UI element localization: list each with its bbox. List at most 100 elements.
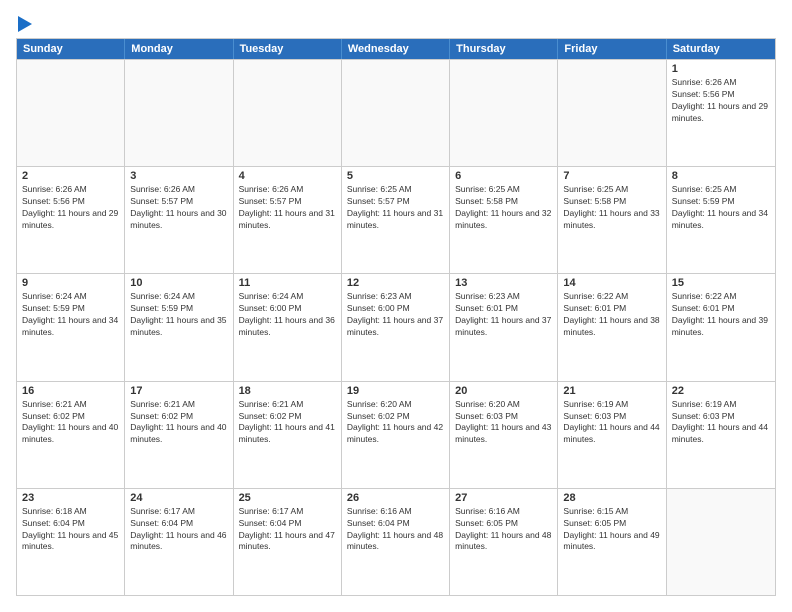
calendar-cell: 6 Sunrise: 6:25 AM Sunset: 5:58 PM Daylig… bbox=[450, 167, 558, 273]
day-number: 16 bbox=[22, 385, 119, 397]
calendar-row-3: 16 Sunrise: 6:21 AM Sunset: 6:02 PM Dayli… bbox=[17, 381, 775, 488]
day-number: 6 bbox=[455, 170, 552, 182]
calendar-cell bbox=[558, 60, 666, 166]
cell-info: Sunrise: 6:19 AM Sunset: 6:03 PM Dayligh… bbox=[563, 399, 660, 447]
cell-info: Sunrise: 6:17 AM Sunset: 6:04 PM Dayligh… bbox=[239, 506, 336, 554]
cell-info: Sunrise: 6:17 AM Sunset: 6:04 PM Dayligh… bbox=[130, 506, 227, 554]
cell-info: Sunrise: 6:26 AM Sunset: 5:57 PM Dayligh… bbox=[130, 184, 227, 232]
cell-info: Sunrise: 6:23 AM Sunset: 6:01 PM Dayligh… bbox=[455, 291, 552, 339]
day-number: 2 bbox=[22, 170, 119, 182]
header-day-monday: Monday bbox=[125, 39, 233, 59]
header-day-sunday: Sunday bbox=[17, 39, 125, 59]
header-day-wednesday: Wednesday bbox=[342, 39, 450, 59]
logo bbox=[16, 16, 32, 30]
day-number: 11 bbox=[239, 277, 336, 289]
calendar-cell: 23Sunrise: 6:18 AM Sunset: 6:04 PM Dayli… bbox=[17, 489, 125, 595]
day-number: 7 bbox=[563, 170, 660, 182]
calendar-cell bbox=[450, 60, 558, 166]
calendar-row-0: 1 Sunrise: 6:26 AM Sunset: 5:56 PM Daylig… bbox=[17, 59, 775, 166]
cell-info: Sunrise: 6:19 AM Sunset: 6:03 PM Dayligh… bbox=[672, 399, 770, 447]
cell-info: Sunrise: 6:16 AM Sunset: 6:04 PM Dayligh… bbox=[347, 506, 444, 554]
calendar-cell: 19Sunrise: 6:20 AM Sunset: 6:02 PM Dayli… bbox=[342, 382, 450, 488]
cell-info: Sunrise: 6:20 AM Sunset: 6:03 PM Dayligh… bbox=[455, 399, 552, 447]
calendar-cell: 15 Sunrise: 6:22 AM Sunset: 6:01 PM Dayli… bbox=[667, 274, 775, 380]
calendar-cell: 2 Sunrise: 6:26 AM Sunset: 5:56 PM Daylig… bbox=[17, 167, 125, 273]
calendar-cell: 12 Sunrise: 6:23 AM Sunset: 6:00 PM Dayli… bbox=[342, 274, 450, 380]
day-number: 20 bbox=[455, 385, 552, 397]
day-number: 17 bbox=[130, 385, 227, 397]
day-number: 24 bbox=[130, 492, 227, 504]
cell-info: Sunrise: 6:25 AM Sunset: 5:57 PM Dayligh… bbox=[347, 184, 444, 232]
calendar-cell: 8 Sunrise: 6:25 AM Sunset: 5:59 PM Daylig… bbox=[667, 167, 775, 273]
day-number: 4 bbox=[239, 170, 336, 182]
calendar-cell: 28 Sunrise: 6:15 AM Sunset: 6:05 PM Dayli… bbox=[558, 489, 666, 595]
cell-info: Sunrise: 6:21 AM Sunset: 6:02 PM Dayligh… bbox=[130, 399, 227, 447]
day-number: 10 bbox=[130, 277, 227, 289]
calendar-cell bbox=[234, 60, 342, 166]
header-day-saturday: Saturday bbox=[667, 39, 775, 59]
cell-info: Sunrise: 6:18 AM Sunset: 6:04 PM Dayligh… bbox=[22, 506, 119, 554]
logo-text bbox=[16, 16, 32, 32]
calendar-cell: 3 Sunrise: 6:26 AM Sunset: 5:57 PM Daylig… bbox=[125, 167, 233, 273]
cell-info: Sunrise: 6:21 AM Sunset: 6:02 PM Dayligh… bbox=[239, 399, 336, 447]
calendar-body: 1 Sunrise: 6:26 AM Sunset: 5:56 PM Daylig… bbox=[17, 59, 775, 595]
calendar-cell: 10Sunrise: 6:24 AM Sunset: 5:59 PM Dayli… bbox=[125, 274, 233, 380]
day-number: 28 bbox=[563, 492, 660, 504]
calendar-cell: 1 Sunrise: 6:26 AM Sunset: 5:56 PM Daylig… bbox=[667, 60, 775, 166]
logo-arrow-icon bbox=[18, 16, 32, 32]
cell-info: Sunrise: 6:25 AM Sunset: 5:58 PM Dayligh… bbox=[563, 184, 660, 232]
calendar-cell: 5 Sunrise: 6:25 AM Sunset: 5:57 PM Daylig… bbox=[342, 167, 450, 273]
calendar-cell: 7 Sunrise: 6:25 AM Sunset: 5:58 PM Daylig… bbox=[558, 167, 666, 273]
day-number: 3 bbox=[130, 170, 227, 182]
day-number: 8 bbox=[672, 170, 770, 182]
cell-info: Sunrise: 6:23 AM Sunset: 6:00 PM Dayligh… bbox=[347, 291, 444, 339]
day-number: 1 bbox=[672, 63, 770, 75]
day-number: 18 bbox=[239, 385, 336, 397]
day-number: 15 bbox=[672, 277, 770, 289]
calendar-cell: 18 Sunrise: 6:21 AM Sunset: 6:02 PM Dayli… bbox=[234, 382, 342, 488]
cell-info: Sunrise: 6:22 AM Sunset: 6:01 PM Dayligh… bbox=[672, 291, 770, 339]
header-day-friday: Friday bbox=[558, 39, 666, 59]
header bbox=[16, 16, 776, 30]
calendar: SundayMondayTuesdayWednesdayThursdayFrid… bbox=[16, 38, 776, 596]
calendar-cell bbox=[667, 489, 775, 595]
calendar-cell: 11 Sunrise: 6:24 AM Sunset: 6:00 PM Dayli… bbox=[234, 274, 342, 380]
cell-info: Sunrise: 6:24 AM Sunset: 5:59 PM Dayligh… bbox=[22, 291, 119, 339]
cell-info: Sunrise: 6:25 AM Sunset: 5:58 PM Dayligh… bbox=[455, 184, 552, 232]
cell-info: Sunrise: 6:26 AM Sunset: 5:56 PM Dayligh… bbox=[672, 77, 770, 125]
calendar-cell: 16 Sunrise: 6:21 AM Sunset: 6:02 PM Dayli… bbox=[17, 382, 125, 488]
day-number: 12 bbox=[347, 277, 444, 289]
calendar-header: SundayMondayTuesdayWednesdayThursdayFrid… bbox=[17, 39, 775, 59]
cell-info: Sunrise: 6:22 AM Sunset: 6:01 PM Dayligh… bbox=[563, 291, 660, 339]
calendar-cell: 27 Sunrise: 6:16 AM Sunset: 6:05 PM Dayli… bbox=[450, 489, 558, 595]
cell-info: Sunrise: 6:26 AM Sunset: 5:56 PM Dayligh… bbox=[22, 184, 119, 232]
calendar-cell: 25Sunrise: 6:17 AM Sunset: 6:04 PM Dayli… bbox=[234, 489, 342, 595]
calendar-cell: 9 Sunrise: 6:24 AM Sunset: 5:59 PM Daylig… bbox=[17, 274, 125, 380]
day-number: 5 bbox=[347, 170, 444, 182]
cell-info: Sunrise: 6:16 AM Sunset: 6:05 PM Dayligh… bbox=[455, 506, 552, 554]
calendar-cell: 17 Sunrise: 6:21 AM Sunset: 6:02 PM Dayli… bbox=[125, 382, 233, 488]
day-number: 21 bbox=[563, 385, 660, 397]
day-number: 27 bbox=[455, 492, 552, 504]
day-number: 19 bbox=[347, 385, 444, 397]
calendar-cell: 26Sunrise: 6:16 AM Sunset: 6:04 PM Dayli… bbox=[342, 489, 450, 595]
header-day-thursday: Thursday bbox=[450, 39, 558, 59]
day-number: 9 bbox=[22, 277, 119, 289]
cell-info: Sunrise: 6:24 AM Sunset: 6:00 PM Dayligh… bbox=[239, 291, 336, 339]
cell-info: Sunrise: 6:21 AM Sunset: 6:02 PM Dayligh… bbox=[22, 399, 119, 447]
calendar-row-1: 2 Sunrise: 6:26 AM Sunset: 5:56 PM Daylig… bbox=[17, 166, 775, 273]
calendar-cell bbox=[17, 60, 125, 166]
calendar-cell bbox=[125, 60, 233, 166]
calendar-row-4: 23Sunrise: 6:18 AM Sunset: 6:04 PM Dayli… bbox=[17, 488, 775, 595]
day-number: 22 bbox=[672, 385, 770, 397]
calendar-cell: 21 Sunrise: 6:19 AM Sunset: 6:03 PM Dayli… bbox=[558, 382, 666, 488]
calendar-cell: 20 Sunrise: 6:20 AM Sunset: 6:03 PM Dayli… bbox=[450, 382, 558, 488]
calendar-cell: 22 Sunrise: 6:19 AM Sunset: 6:03 PM Dayli… bbox=[667, 382, 775, 488]
cell-info: Sunrise: 6:15 AM Sunset: 6:05 PM Dayligh… bbox=[563, 506, 660, 554]
cell-info: Sunrise: 6:25 AM Sunset: 5:59 PM Dayligh… bbox=[672, 184, 770, 232]
page: SundayMondayTuesdayWednesdayThursdayFrid… bbox=[0, 0, 792, 612]
day-number: 14 bbox=[563, 277, 660, 289]
calendar-row-2: 9 Sunrise: 6:24 AM Sunset: 5:59 PM Daylig… bbox=[17, 273, 775, 380]
calendar-cell: 13Sunrise: 6:23 AM Sunset: 6:01 PM Dayli… bbox=[450, 274, 558, 380]
calendar-cell: 4Sunrise: 6:26 AM Sunset: 5:57 PM Daylig… bbox=[234, 167, 342, 273]
